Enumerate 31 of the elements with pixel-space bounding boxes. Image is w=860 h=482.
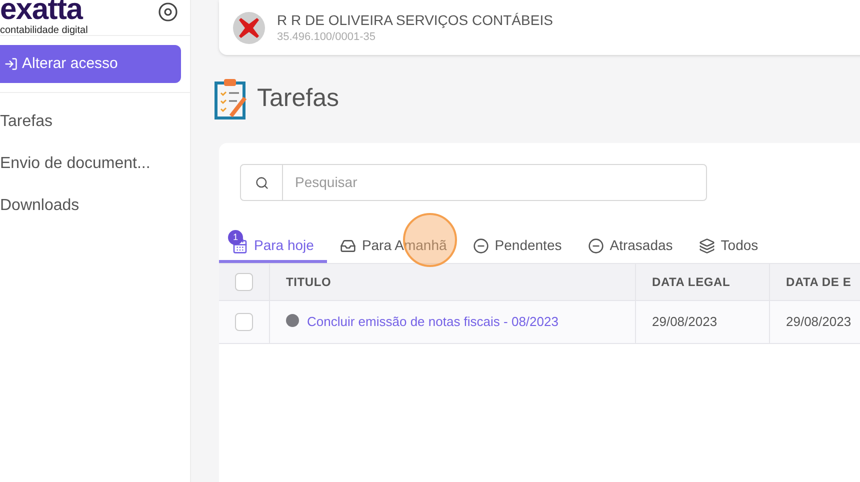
count-badge: 1: [228, 230, 243, 245]
row-checkbox[interactable]: [235, 313, 253, 331]
select-all-checkbox[interactable]: [235, 273, 253, 291]
login-icon: [4, 57, 18, 71]
tab[interactable]: Atrasadas: [574, 231, 686, 263]
change-access-button[interactable]: Alterar acesso: [0, 45, 181, 83]
table-cell: 29/08/2023: [770, 301, 860, 343]
search-bar[interactable]: Pesquisar: [240, 164, 707, 201]
tab[interactable]: Todos: [686, 231, 772, 263]
column-header: TITULO: [270, 264, 636, 300]
column-header: DATA LEGAL: [636, 264, 770, 300]
inbox-icon: [340, 238, 356, 254]
clipboard-icon: [213, 78, 249, 120]
column-header: DATA DE E: [770, 264, 860, 300]
page-title: Tarefas: [257, 83, 339, 114]
sidebar-item[interactable]: Tarefas: [0, 101, 190, 143]
minus-circle-icon: [588, 238, 604, 254]
sidebar-item[interactable]: Downloads: [0, 185, 190, 227]
settings-icon[interactable]: [158, 2, 178, 22]
layers-icon: [698, 238, 715, 254]
tab[interactable]: Pendentes: [460, 231, 575, 263]
logo-tagline: contabilidade digital: [0, 26, 88, 36]
minus-circle-icon: [472, 238, 489, 254]
company-logo-icon: [233, 12, 265, 44]
search-field[interactable]: Pesquisar: [283, 172, 706, 193]
task-link[interactable]: Concluir emissão de notas fiscais - 08/2023: [307, 312, 558, 332]
search-icon: [254, 176, 268, 190]
sidebar-item[interactable]: Envio de document...: [0, 143, 190, 185]
table-cell: 29/08/2023: [636, 301, 770, 343]
company-name: R R DE OLIVEIRA SERVIÇOS CONTÁBEIS: [277, 10, 553, 28]
company-cnpj: 35.496.100/0001-35: [277, 30, 376, 44]
